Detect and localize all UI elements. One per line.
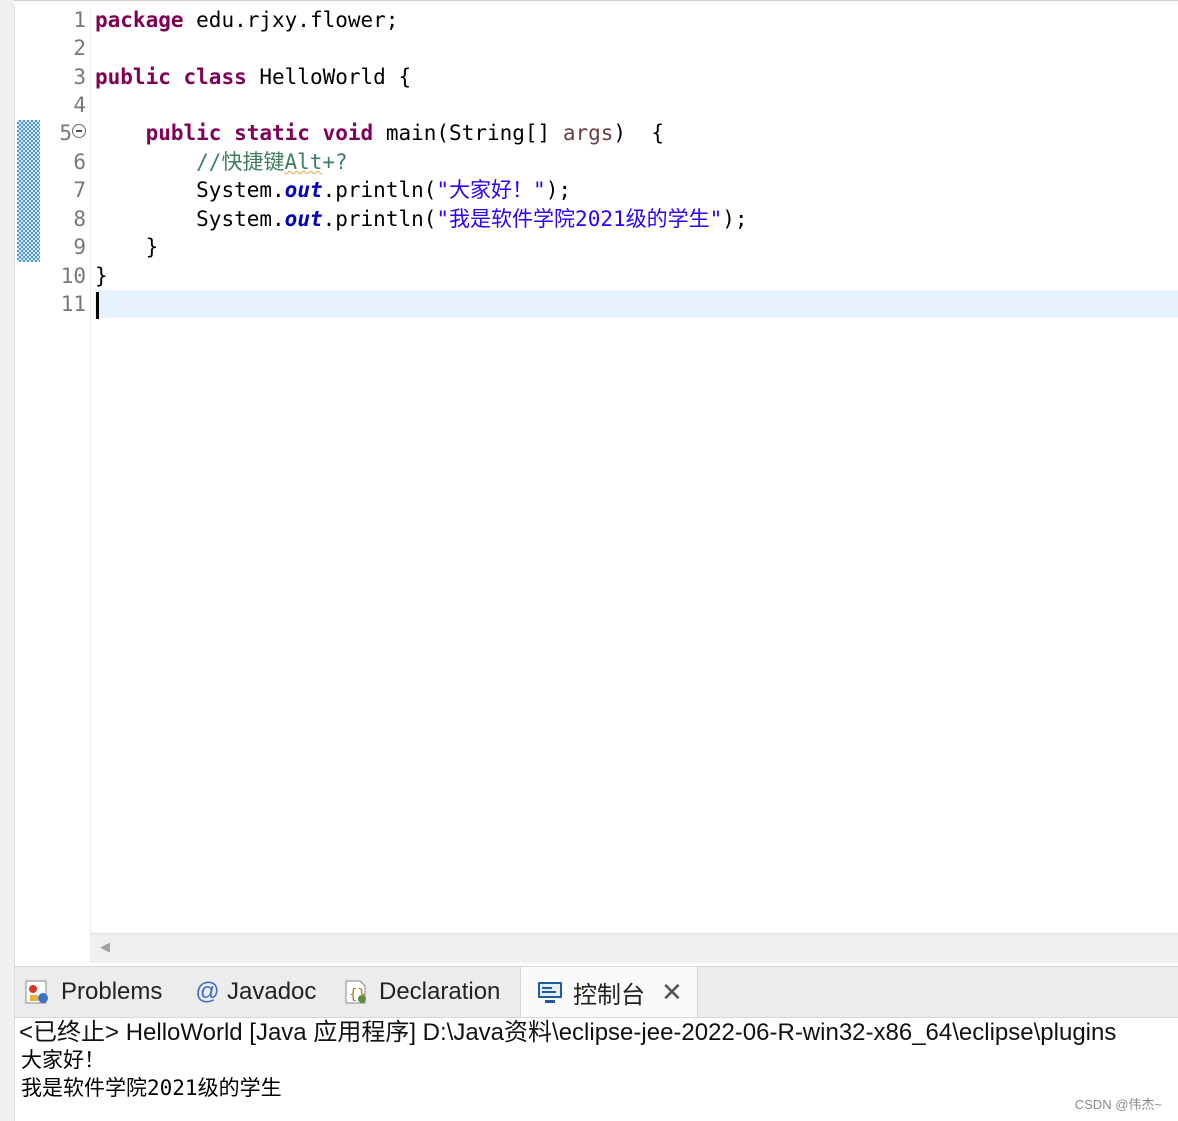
code-text: .println(: [322, 207, 437, 231]
code-text: System.: [196, 178, 285, 202]
fold-collapse-icon[interactable]: [72, 124, 86, 138]
keyword: class: [183, 65, 247, 89]
spelling-warning[interactable]: Alt: [284, 150, 322, 174]
window-left-border: [0, 0, 15, 1121]
at-sign-icon: @: [194, 978, 220, 1005]
line-number: 2: [73, 36, 86, 60]
static-field: out: [284, 207, 323, 231]
tab-console[interactable]: 控制台 ✕: [520, 967, 698, 1017]
code-line-7: System.out.println("大家好！");: [95, 176, 1178, 204]
panel-tab-bar: Problems @ Javadoc {} Declaration 控制台 ✕: [15, 966, 1178, 1018]
code-line-10: }: [95, 262, 1178, 290]
line-number: 11: [60, 292, 86, 316]
line-number: 3: [73, 65, 86, 89]
bottom-panel: Problems @ Javadoc {} Declaration 控制台 ✕ …: [15, 966, 1178, 1121]
parameter-name: args: [562, 121, 614, 145]
close-icon[interactable]: ✕: [661, 977, 683, 1008]
tab-declaration[interactable]: {} Declaration: [341, 967, 500, 1017]
code-text: .println(: [322, 178, 437, 202]
tab-label: 控制台: [573, 981, 645, 1009]
code-line-8: System.out.println("我是软件学院2021级的学生");: [95, 205, 1178, 233]
code-text: );: [545, 178, 571, 202]
string-literal: "我是软件学院2021级的学生": [436, 207, 723, 231]
code-line-6: //快捷键Alt+?: [95, 148, 1178, 176]
keyword: package: [95, 8, 184, 32]
code-text: ) {: [613, 121, 664, 145]
quick-diff-change-bar[interactable]: [17, 120, 40, 262]
declaration-icon: {}: [341, 977, 371, 1007]
tab-label: Declaration: [379, 978, 501, 1005]
string-literal: "大家好！": [436, 178, 546, 202]
console-monitor-icon: [535, 977, 565, 1007]
keyword: static: [234, 121, 310, 145]
code-text: HelloWorld {: [246, 65, 412, 89]
code-text: }: [95, 264, 108, 288]
code-text: System.: [196, 207, 285, 231]
line-number: 7: [73, 178, 86, 202]
code-line-11-current: [95, 290, 1178, 318]
console-output-line: 我是软件学院2021级的学生: [21, 1076, 282, 1100]
tab-javadoc[interactable]: @ Javadoc: [194, 967, 317, 1017]
comment: //快捷键: [196, 150, 285, 174]
line-number: 6: [73, 150, 86, 174]
horizontal-scrollbar[interactable]: ◀: [90, 933, 1178, 963]
tab-problems[interactable]: Problems: [23, 967, 162, 1017]
code-text-area[interactable]: package edu.rjxy.flower; public class He…: [95, 6, 1178, 933]
keyword: public: [95, 65, 171, 89]
code-line-3: public class HelloWorld {: [95, 63, 1178, 91]
code-line-1: package edu.rjxy.flower;: [95, 6, 1178, 34]
comment: +?: [322, 150, 348, 174]
editor-corner: [15, 933, 90, 962]
console-process-title: <已终止> HelloWorld [Java 应用程序] D:\Java资料\e…: [19, 1019, 1117, 1046]
code-text: );: [722, 207, 748, 231]
code-text: main(String[]: [373, 121, 563, 145]
tab-label: Javadoc: [227, 978, 317, 1005]
line-number: 4: [73, 93, 86, 117]
console-output-line: 大家好！: [21, 1048, 105, 1072]
scroll-left-arrow-icon[interactable]: ◀: [100, 940, 110, 955]
text-cursor: [96, 292, 99, 319]
line-number-gutter: 1 2 3 4 5 6 7 8 9 10 11: [40, 6, 91, 933]
code-line-9: }: [95, 233, 1178, 261]
code-line-5: public static void main(String[] args) {: [95, 119, 1178, 147]
line-number: 8: [73, 207, 86, 231]
watermark: CSDN @伟杰~: [1074, 1097, 1162, 1112]
static-field: out: [284, 178, 323, 202]
line-number: 10: [60, 264, 86, 288]
code-text: edu.rjxy.flower;: [183, 8, 399, 32]
code-editor[interactable]: 1 2 3 4 5 6 7 8 9 10 11 package edu.rjxy…: [15, 6, 1178, 933]
keyword: void: [322, 121, 374, 145]
code-text: }: [145, 235, 159, 259]
line-number: 1: [73, 8, 86, 32]
problems-icon: [23, 977, 53, 1007]
line-number: 9: [73, 235, 86, 259]
overview-ruler: [15, 6, 40, 933]
tab-label: Problems: [61, 978, 163, 1005]
line-number: 5: [59, 121, 72, 145]
keyword: public: [145, 121, 222, 145]
